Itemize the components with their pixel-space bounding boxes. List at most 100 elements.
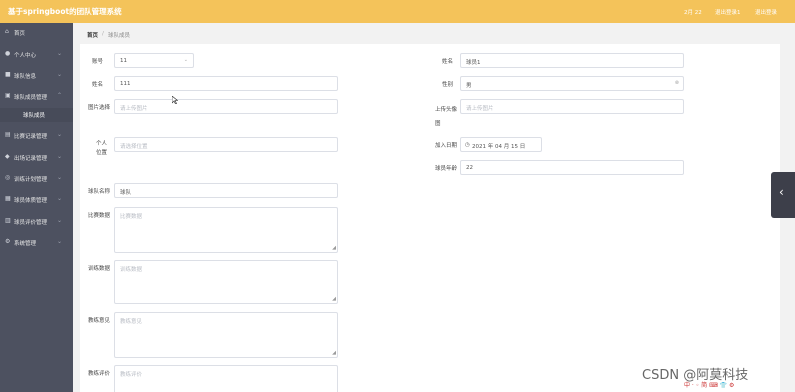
account-label: 账号 [92,59,104,65]
position-label: 个人位置 [96,141,108,156]
sidebar-item-reviews[interactable]: ▥ 球员评价管理 ⌄ [0,215,73,229]
coach-opinion-label: 教练意见 [88,318,111,324]
sidebar-item-label: 球队信息 [14,74,37,80]
chevron-down-icon: ⌄ [57,195,63,202]
record-icon: ▤ [5,131,11,138]
name-value: 111 [120,80,131,87]
join-date-value: 2021 年 04 月 15 日 [472,143,526,150]
sidebar-item-training[interactable]: ◎ 训练计划管理 ⌄ [0,172,73,186]
sidebar-item-home[interactable]: ⌂ 首页 [0,26,73,40]
match-data-textarea[interactable]: 比赛数据 ◢ [114,207,338,253]
sidebar-item-team[interactable]: ■ 球队信息 ⌄ [0,69,73,83]
sidebar-item-label: 系统管理 [14,241,37,247]
team-name-field[interactable]: 球队 [114,183,338,198]
gender-value: 男 [466,82,472,89]
coach-opinion-placeholder: 教练意见 [120,319,143,325]
sidebar-item-members[interactable]: ▣ 球队成员管理 ⌃ [0,90,73,104]
sidebar-item-label: 球员体质管理 [14,198,48,204]
chevron-down-icon: ⌄ [57,174,63,181]
chevron-down-icon: ⌄ [57,217,63,224]
training-data-label: 训练数据 [88,266,111,272]
resize-grip-icon[interactable]: ◢ [332,297,336,302]
breadcrumb-home[interactable]: 首页 [87,31,98,39]
sidebar-item-appearances[interactable]: ◆ 出场记录管理 ⌄ [0,151,73,165]
image-upload-placeholder: 请上传图片 [120,105,148,112]
avatar-upload-label: 上传头像图 [435,107,458,127]
review-icon: ▥ [5,217,11,224]
sidebar: ⌂ 首页 ● 个人中心 ⌄ ■ 球队信息 ⌄ ▣ 球队成员管理 ⌃ 球队成员 ▤… [0,23,73,392]
coach-review-placeholder: 教练评价 [120,372,143,378]
player-name-label: 姓名 [442,59,454,65]
mouse-cursor-icon [172,96,178,104]
sidebar-subitem-members[interactable]: 球队成员 [0,108,73,122]
name-field[interactable]: 111 [114,76,338,91]
breadcrumb-current: 球队成员 [108,33,131,39]
training-data-placeholder: 训练数据 [120,267,143,273]
form-card: 账号 11 ⌄ 姓名 111 图片选择 请上传图片 个人位置 请选择位置 球队名… [80,44,780,392]
sidebar-item-label: 个人中心 [14,53,37,59]
logout-link[interactable]: 退出登录 [755,8,777,16]
account-value: 11 [120,57,127,64]
player-name-field[interactable]: 球员1 [460,53,684,68]
sidebar-item-profile[interactable]: ● 个人中心 ⌄ [0,48,73,62]
sidebar-subitem-label: 球队成员 [23,113,46,119]
name-label: 姓名 [92,82,104,88]
chevron-down-icon: ⌄ [57,153,63,160]
training-icon: ◎ [5,174,11,181]
chevron-down-icon: ⌄ [57,238,63,245]
chevron-down-icon: ⌄ [57,131,63,138]
join-date-picker[interactable]: ◷ 2021 年 04 月 15 日 [460,137,542,152]
position-field[interactable]: 请选择位置 [114,137,338,152]
join-date-label: 加入日期 [435,143,458,149]
member-icon: ▣ [5,92,11,99]
clear-icon[interactable]: ⊗ [675,80,679,86]
avatar-upload-placeholder: 请上传图片 [466,105,494,112]
resize-grip-icon[interactable]: ◢ [332,246,336,251]
sidebar-item-label: 出场记录管理 [14,156,48,162]
ime-toolbar: 中 · ◦ 简 ⌨ 👕 ⚙ [684,380,784,390]
gender-label: 性别 [442,82,454,88]
training-data-textarea[interactable]: 训练数据 ◢ [114,260,338,304]
position-placeholder: 请选择位置 [120,143,148,150]
sidebar-item-system[interactable]: ⚙ 系统管理 ⌄ [0,236,73,250]
fitness-icon: ▦ [5,195,11,202]
player-name-value: 球员1 [466,59,481,66]
gender-field[interactable]: 男 ⊗ [460,76,684,91]
account-select[interactable]: 11 ⌄ [114,53,194,68]
sidebar-item-label: 训练计划管理 [14,177,48,183]
sidebar-item-matches[interactable]: ▤ 比赛记录管理 ⌄ [0,129,73,143]
header-link-1[interactable]: 退出登录1 [715,8,741,16]
breadcrumb-separator: / [102,31,104,37]
match-data-placeholder: 比赛数据 [120,214,143,220]
side-panel-toggle[interactable]: ‹ [771,172,795,218]
calendar-icon: ◷ [465,141,470,148]
chevron-down-icon: ⌄ [57,71,63,78]
breadcrumb: 首页 / 球队成员 [80,28,780,42]
sidebar-item-label: 比赛记录管理 [14,134,48,140]
sidebar-item-label: 首页 [14,31,26,37]
image-label: 图片选择 [88,105,111,111]
ime-indicator: 中 · ◦ 简 ⌨ 👕 ⚙ [684,382,735,389]
coach-review-textarea[interactable]: 教练评价 [114,365,338,392]
age-field[interactable]: 22 [460,160,684,175]
age-label: 球员年龄 [435,166,458,172]
sidebar-item-fitness[interactable]: ▦ 球员体质管理 ⌄ [0,193,73,207]
sidebar-item-label: 球队成员管理 [14,95,48,101]
team-name-label: 球队名称 [88,189,111,195]
header-date: 2月 22 [684,10,702,16]
app-title: 基于springboot的团队管理系统 [8,7,122,16]
appearance-icon: ◆ [5,153,10,160]
resize-grip-icon[interactable]: ◢ [332,351,336,356]
top-bar: 基于springboot的团队管理系统 2月 22 退出登录1 退出登录 [0,0,795,23]
sidebar-item-label: 球员评价管理 [14,220,48,226]
user-icon: ● [5,50,11,57]
image-upload-field[interactable]: 请上传图片 [114,99,338,114]
chevron-left-icon: ‹ [779,185,784,199]
chevron-down-icon: ⌄ [57,50,63,57]
match-data-label: 比赛数据 [88,213,111,219]
coach-opinion-textarea[interactable]: 教练意见 ◢ [114,312,338,358]
home-icon: ⌂ [5,28,9,35]
age-value: 22 [466,164,473,171]
team-icon: ■ [5,71,11,78]
avatar-upload-field[interactable]: 请上传图片 [460,99,684,114]
